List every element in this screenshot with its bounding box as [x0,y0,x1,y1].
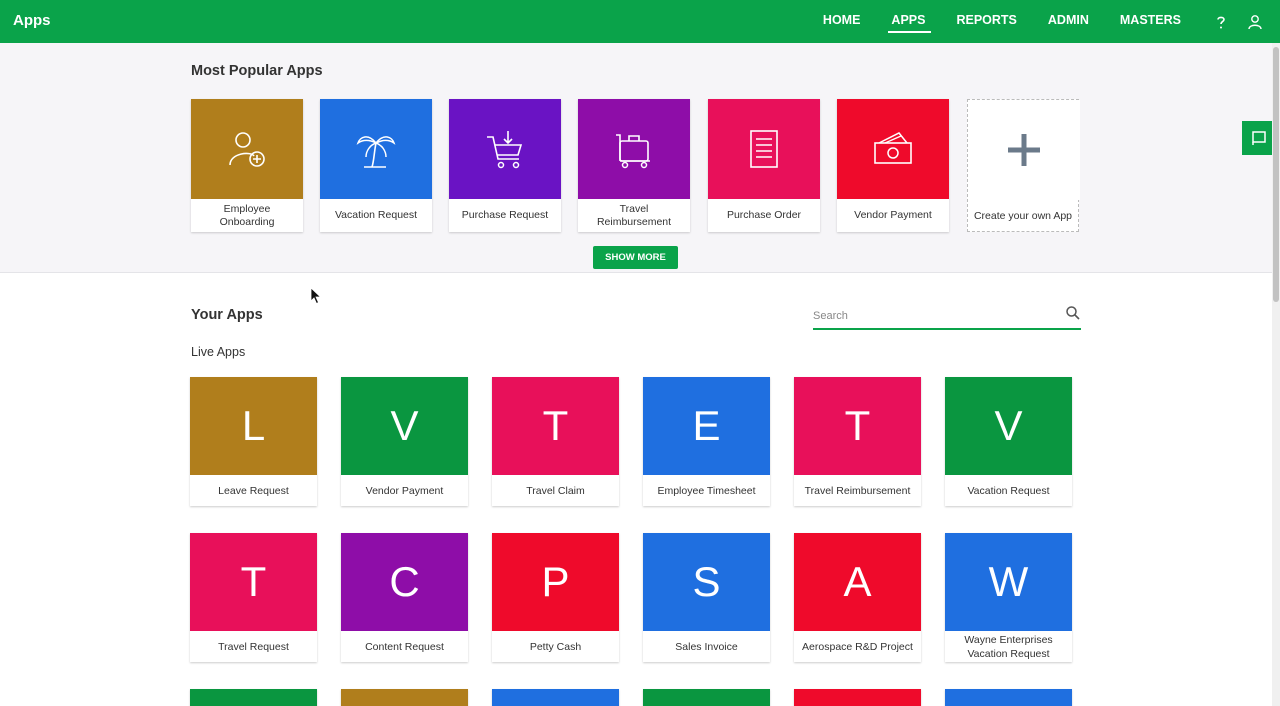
popular-apps-section: Most Popular Apps Employee Onboarding Va… [0,43,1272,273]
tile-swatch [708,99,820,199]
app-letter: T [794,377,921,475]
tile-label: Purchase Request [461,209,549,221]
app-letter: E [643,377,770,475]
scrollbar-thumb[interactable] [1273,47,1279,302]
app-letter: T [190,533,317,631]
page-title: Apps [13,12,51,29]
help-icon[interactable] [1212,13,1230,31]
tile-label: Vacation Request [334,209,418,221]
app-tile-partial[interactable] [794,689,921,706]
nav-masters[interactable]: MASTERS [1120,0,1181,43]
app-tile[interactable]: L Leave Request [190,377,317,506]
app-tile-partial[interactable] [492,689,619,706]
popular-tile-vendor-payment[interactable]: Vendor Payment [837,99,949,232]
popular-tile-travel-reimbursement[interactable]: Travel Reimbursement [578,99,690,232]
money-icon [874,132,912,164]
app-tile-partial[interactable] [341,689,468,706]
nav-admin[interactable]: ADMIN [1048,0,1089,43]
app-label: Wayne Enterprises Vacation Request [964,633,1053,660]
app-tile[interactable]: T Travel Claim [492,377,619,506]
app-letter: A [794,533,921,631]
app-tile[interactable]: C Content Request [341,533,468,662]
app-letter: V [341,377,468,475]
app-tile[interactable]: P Petty Cash [492,533,619,662]
app-tile[interactable]: W Wayne Enterprises Vacation Request [945,533,1072,662]
plus-icon [1008,134,1040,166]
app-letter: T [492,377,619,475]
app-tile[interactable]: E Employee Timesheet [643,377,770,506]
your-apps-title: Your Apps [191,307,263,323]
app-tile[interactable]: T Travel Request [190,533,317,662]
app-tile[interactable]: T Travel Reimbursement [794,377,921,506]
nav-reports[interactable]: REPORTS [956,0,1016,43]
add-user-icon [229,132,265,167]
popular-tile-vacation-request[interactable]: Vacation Request [320,99,432,232]
top-navigation-bar: Apps HOME APPS REPORTS ADMIN MASTERS [0,0,1280,43]
tile-label: Travel Reimbursement [596,202,672,228]
document-list-icon [750,130,778,168]
chat-button[interactable] [1242,121,1276,155]
search-input[interactable] [813,307,1053,325]
app-letter: L [190,377,317,475]
app-tile-partial[interactable] [945,689,1072,706]
app-label: Content Request [365,640,444,653]
app-letter: W [945,533,1072,631]
app-label: Vacation Request [967,484,1050,497]
app-label: Sales Invoice [675,640,738,653]
app-letter: V [945,377,1072,475]
luggage-icon [616,134,650,169]
tile-label: Create your own App [973,210,1073,222]
show-more-button[interactable]: SHOW MORE [593,246,678,269]
app-label: Travel Request [218,640,289,653]
app-label: Vendor Payment [365,484,444,497]
chat-icon [1252,131,1266,145]
popular-tile-purchase-order[interactable]: Purchase Order [708,99,820,232]
shopping-cart-icon [487,131,523,169]
app-tile-partial[interactable] [190,689,317,706]
mouse-cursor-icon [310,287,322,305]
tile-swatch [837,99,949,199]
tile-swatch [449,99,561,199]
app-letter: S [643,533,770,631]
tile-swatch [320,99,432,199]
app-label: Leave Request [218,484,289,497]
app-label: Travel Claim [526,484,585,497]
tile-label: Vendor Payment [854,209,932,221]
main-nav: HOME APPS REPORTS ADMIN MASTERS [823,0,1280,43]
app-tile[interactable]: A Aerospace R&D Project [794,533,921,662]
create-own-app-tile[interactable]: Create your own App [967,99,1080,232]
tile-swatch [968,100,1080,200]
page-scrollbar[interactable] [1272,43,1280,706]
app-search [813,303,1081,330]
tile-label: Purchase Order [726,209,802,221]
app-label: Employee Timesheet [657,484,756,497]
tile-swatch [191,99,303,199]
tile-label: Employee Onboarding [219,202,275,228]
app-label: Travel Reimbursement [804,484,911,497]
app-tile-partial[interactable] [643,689,770,706]
search-icon[interactable] [1065,305,1081,321]
popular-tile-employee-onboarding[interactable]: Employee Onboarding [191,99,303,232]
app-letter: P [492,533,619,631]
popular-tile-purchase-request[interactable]: Purchase Request [449,99,561,232]
user-profile-icon[interactable] [1246,13,1264,31]
nav-apps[interactable]: APPS [888,0,932,43]
nav-home[interactable]: HOME [823,0,861,43]
app-tile[interactable]: S Sales Invoice [643,533,770,662]
tile-swatch [578,99,690,199]
app-tile[interactable]: V Vendor Payment [341,377,468,506]
app-label: Petty Cash [529,640,582,653]
app-label: Aerospace R&D Project [802,640,913,653]
popular-apps-title: Most Popular Apps [191,63,323,79]
live-apps-title: Live Apps [191,345,246,359]
app-letter: C [341,533,468,631]
app-tile[interactable]: V Vacation Request [945,377,1072,506]
palm-tree-icon [356,136,396,168]
